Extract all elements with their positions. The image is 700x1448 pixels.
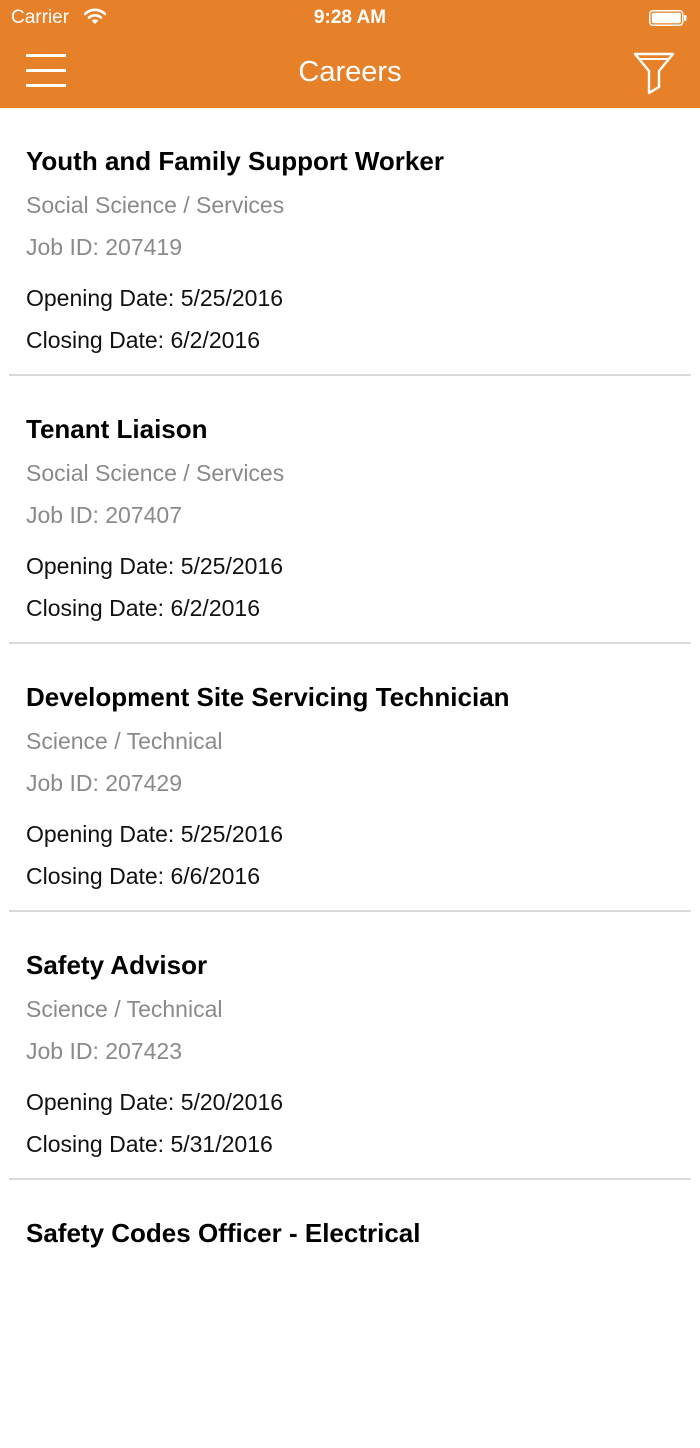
filter-funnel-icon [633,52,675,95]
job-id: Job ID: 207429 [26,770,183,796]
job-category: Science / Technical [26,728,223,754]
status-time: 9:28 AM [313,7,387,28]
job-item[interactable]: Youth and Family Support Worker Social S… [0,108,700,376]
job-item[interactable]: Safety Codes Officer - Electrical [0,1180,700,1448]
job-id: Job ID: 207407 [26,502,183,528]
job-title: Youth and Family Support Worker [26,146,444,176]
job-item[interactable]: Safety Advisor Science / Technical Job I… [0,912,700,1180]
job-closing-date: Closing Date: 6/2/2016 [26,595,260,621]
job-closing-date: Closing Date: 6/6/2016 [26,863,260,889]
job-item[interactable]: Tenant Liaison Social Science / Services… [0,376,700,644]
job-item[interactable]: Development Site Servicing Technician Sc… [0,644,700,912]
job-opening-date: Opening Date: 5/25/2016 [26,553,284,579]
job-category: Social Science / Services [26,460,285,486]
job-opening-date: Opening Date: 5/20/2016 [26,1089,284,1115]
job-title: Safety Advisor [26,950,208,980]
job-list: Youth and Family Support Worker Social S… [0,108,700,1448]
job-category: Science / Technical [26,996,223,1022]
job-category: Social Science / Services [26,192,285,218]
job-opening-date: Opening Date: 5/25/2016 [26,285,284,311]
job-closing-date: Closing Date: 6/2/2016 [26,327,260,353]
menu-button[interactable] [20,50,70,90]
battery-icon [649,10,687,26]
page-title: Careers [298,56,402,88]
job-title: Safety Codes Officer - Electrical [26,1218,421,1248]
job-title: Development Site Servicing Technician [26,682,510,712]
job-closing-date: Closing Date: 5/31/2016 [26,1131,273,1157]
hamburger-menu-icon [26,54,66,87]
status-bar: Carrier 9:28 AM [0,0,700,36]
job-id: Job ID: 207419 [26,234,183,260]
job-title: Tenant Liaison [26,414,208,444]
job-opening-date: Opening Date: 5/25/2016 [26,821,284,847]
filter-button[interactable] [630,48,678,96]
nav-bar: Carrier 9:28 AM Careers [0,0,700,108]
job-id: Job ID: 207423 [26,1038,183,1064]
